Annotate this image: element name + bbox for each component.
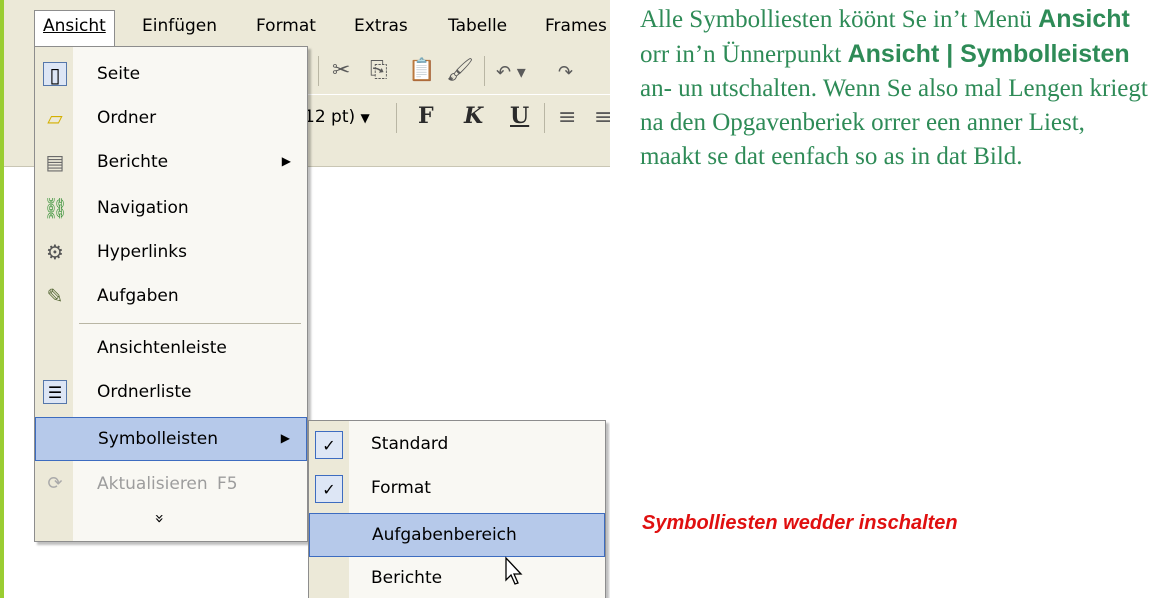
symbolleisten-submenu: ✓ Standard ✓ Format Aufgabenbereich Beri…: [308, 420, 606, 598]
menu-extras[interactable]: Extras: [346, 11, 416, 41]
toolbar-separator: [396, 103, 397, 133]
menu-einfuegen-label: Einfügen: [142, 16, 218, 36]
expand-menu-icon[interactable]: »: [150, 514, 169, 524]
submenu-item-standard[interactable]: ✓ Standard: [309, 423, 605, 467]
submenu-item-label: Standard: [371, 434, 449, 454]
font-size-dropdown-icon[interactable]: ▼: [361, 111, 370, 125]
format-toolbar: 12 pt) ▼ F K U ≡ ≡: [304, 95, 610, 141]
toolbar-separator: [544, 103, 545, 133]
menu-tabelle[interactable]: Tabelle: [440, 11, 515, 41]
menu-extras-label: Extras: [354, 16, 408, 36]
folder-icon: ▱: [47, 106, 63, 130]
ansicht-dropdown-menu: ▯ Seite ▱ Ordner ▤ Berichte ▶ ⛓ Navigati…: [34, 46, 308, 542]
menu-item-label: Seite: [97, 64, 141, 84]
submenu-item-format[interactable]: ✓ Format: [309, 467, 605, 511]
submenu-arrow-icon: ▶: [281, 154, 291, 168]
menu-item-label: Aktualisieren: [97, 474, 208, 494]
redo-icon[interactable]: ↷: [558, 62, 573, 83]
menu-tabelle-label: Tabelle: [448, 16, 508, 36]
menu-bar: Ansicht Einfügen Format Extras Tabelle F…: [4, 0, 610, 49]
article-bold-path: Ansicht | Symbolleisten: [847, 40, 1130, 68]
menu-item-label: Berichte: [97, 152, 169, 172]
menu-item-navigation[interactable]: ⛓ Navigation: [35, 187, 307, 231]
menu-ansicht-label: Ansicht: [43, 16, 106, 36]
shortcut-label: F5: [217, 474, 238, 494]
toolbar-separator: [318, 56, 319, 86]
hyperlinks-icon: ⚙: [46, 240, 64, 264]
submenu-item-label: Aufgabenbereich: [372, 525, 517, 545]
menu-item-ordnerliste[interactable]: ☰ Ordnerliste: [35, 371, 307, 415]
article-text-part: orr in’n Ünnerpunkt: [640, 41, 848, 68]
check-icon: ✓: [315, 475, 343, 503]
expand-glyph: »: [150, 513, 170, 524]
submenu-item-label: Format: [371, 478, 431, 498]
check-icon: ✓: [315, 431, 343, 459]
menu-frames-label: Frames: [545, 16, 607, 36]
article-text-part: an- un utschal­ten. Wenn Se also mal Len…: [640, 75, 1148, 170]
format-painter-icon[interactable]: 🖌: [446, 58, 474, 83]
submenu-item-aufgabenbereich[interactable]: Aufgabenbereich: [309, 513, 605, 557]
italic-button[interactable]: K: [464, 103, 483, 129]
tasks-icon: ✎: [46, 284, 64, 308]
menu-item-label: Symbolleisten: [98, 429, 218, 449]
copy-icon[interactable]: ⎘: [370, 58, 388, 83]
standard-toolbar: ✂ ⎘ 📋 🖌 ↶ ▾ ↷: [304, 48, 610, 94]
menu-separator: [79, 323, 301, 324]
bold-button[interactable]: F: [418, 103, 434, 129]
article-text: Alle Symbolliesten köönt Se in’t Me­nü A…: [640, 2, 1150, 174]
align-center-icon[interactable]: ≡: [594, 105, 610, 130]
menu-item-ansichtenleiste[interactable]: Ansichtenleiste: [35, 327, 307, 371]
mouse-cursor-icon: [505, 556, 523, 585]
article-text-part: Alle Symbolliesten köönt Se in’t Me­nü: [640, 6, 1039, 33]
cut-icon[interactable]: ✂: [332, 58, 350, 83]
menu-ansicht[interactable]: Ansicht: [34, 10, 115, 47]
submenu-item-label: Berichte: [371, 568, 443, 588]
menu-item-symbolleisten[interactable]: Symbolleisten ▶: [35, 417, 307, 461]
caption: Symbolliesten wedder inschalten: [642, 512, 958, 534]
menu-item-label: Ordner: [97, 108, 157, 128]
menu-item-label: Aufgaben: [97, 286, 179, 306]
submenu-arrow-icon: ▶: [280, 431, 290, 445]
menu-frames[interactable]: Frames: [537, 11, 610, 41]
menu-item-aktualisieren[interactable]: ⟳ Aktualisieren F5: [35, 463, 307, 507]
paste-icon[interactable]: 📋: [408, 58, 435, 83]
menu-item-label: Hyperlinks: [97, 242, 188, 262]
menu-item-seite[interactable]: ▯ Seite: [35, 53, 307, 97]
screenshot: Ansicht Einfügen Format Extras Tabelle F…: [4, 0, 610, 598]
menu-item-label: Ordnerliste: [97, 382, 192, 402]
font-size-field[interactable]: 12 pt) ▼: [304, 103, 370, 131]
page-icon: ▯: [43, 62, 67, 87]
menu-item-aufgaben[interactable]: ✎ Aufgaben: [35, 275, 307, 319]
align-left-icon[interactable]: ≡: [558, 105, 576, 130]
refresh-icon: ⟳: [47, 473, 63, 494]
submenu-item-berichte[interactable]: Berichte: [309, 557, 605, 598]
folder-list-icon: ☰: [43, 380, 67, 404]
toolbar-separator: [484, 56, 485, 86]
menu-einfuegen[interactable]: Einfügen: [134, 11, 225, 41]
menu-item-berichte[interactable]: ▤ Berichte ▶: [35, 141, 307, 185]
navigation-icon: ⛓: [43, 196, 69, 220]
undo-icon[interactable]: ↶ ▾: [496, 62, 526, 83]
menu-format[interactable]: Format: [248, 11, 324, 41]
reports-icon: ▤: [45, 150, 65, 174]
menu-format-label: Format: [256, 16, 316, 36]
underline-button[interactable]: U: [510, 103, 529, 129]
menu-item-label: Navigation: [97, 198, 189, 218]
article-bold-ansicht: Ansicht: [1038, 5, 1130, 33]
menu-item-label: Ansichtenleiste: [97, 338, 227, 358]
font-size-value: 12 pt): [304, 107, 356, 127]
menu-item-ordner[interactable]: ▱ Ordner: [35, 97, 307, 141]
menu-item-hyperlinks[interactable]: ⚙ Hyperlinks: [35, 231, 307, 275]
